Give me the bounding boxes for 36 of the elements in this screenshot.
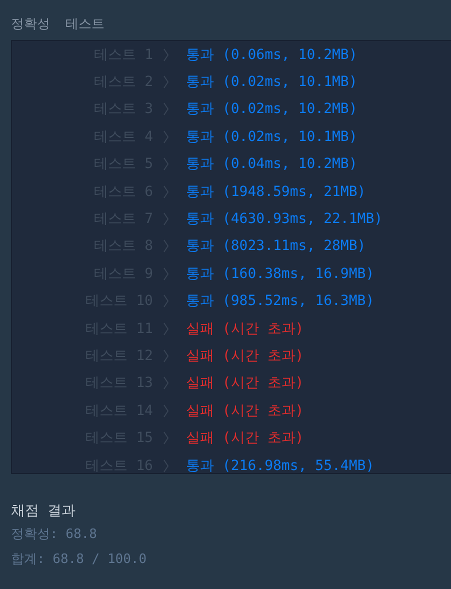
chevron-icon	[163, 48, 169, 62]
test-result: 실패 (시간 초과)	[186, 346, 304, 365]
test-result: 통과 (0.06ms, 10.2MB)	[186, 46, 358, 64]
test-result: 통과 (1948.59ms, 21MB)	[186, 182, 366, 201]
test-result: 통과 (216.98ms, 55.4MB)	[186, 456, 374, 475]
chevron-icon	[163, 458, 169, 473]
test-result: 실패 (시간 초과)	[186, 320, 304, 338]
chevron-icon	[163, 184, 169, 199]
chevron-icon	[163, 157, 169, 172]
section-heading: 정확성 테스트	[11, 16, 106, 34]
test-result: 통과 (0.02ms, 10.1MB)	[186, 128, 358, 146]
chevron-icon	[163, 75, 169, 90]
chevron-icon	[163, 431, 169, 446]
chevron-icon	[163, 294, 169, 308]
chevron-icon	[163, 130, 169, 144]
test-result: 실패 (시간 초과)	[186, 429, 304, 448]
score-text: 합계: 68.8 / 100.0	[11, 551, 148, 569]
test-result: 통과 (985.52ms, 16.3MB)	[186, 292, 374, 310]
chevron-icon	[163, 266, 169, 281]
chevron-icon	[163, 376, 169, 390]
test-result: 실패 (시간 초과)	[186, 402, 304, 420]
test-result: 통과 (0.04ms, 10.2MB)	[186, 155, 358, 174]
test-result: 통과 (0.02ms, 10.2MB)	[186, 100, 358, 118]
chevron-icon	[163, 404, 169, 418]
summary-title: 채점 결과	[11, 502, 76, 521]
chevron-icon	[163, 239, 169, 254]
chevron-icon	[163, 348, 169, 363]
test-result: 통과 (4630.93ms, 22.1MB)	[186, 210, 383, 228]
test-result: 통과 (160.38ms, 16.9MB)	[186, 264, 374, 283]
chevron-icon	[163, 102, 169, 116]
chevron-icon	[163, 212, 169, 226]
test-result: 통과 (8023.11ms, 28MB)	[186, 237, 366, 256]
test-result: 통과 (0.02ms, 10.1MB)	[186, 73, 358, 92]
chevron-icon	[163, 322, 169, 336]
test-result: 실패 (시간 초과)	[186, 374, 304, 392]
score-text: 정확성: 68.8	[11, 526, 98, 544]
